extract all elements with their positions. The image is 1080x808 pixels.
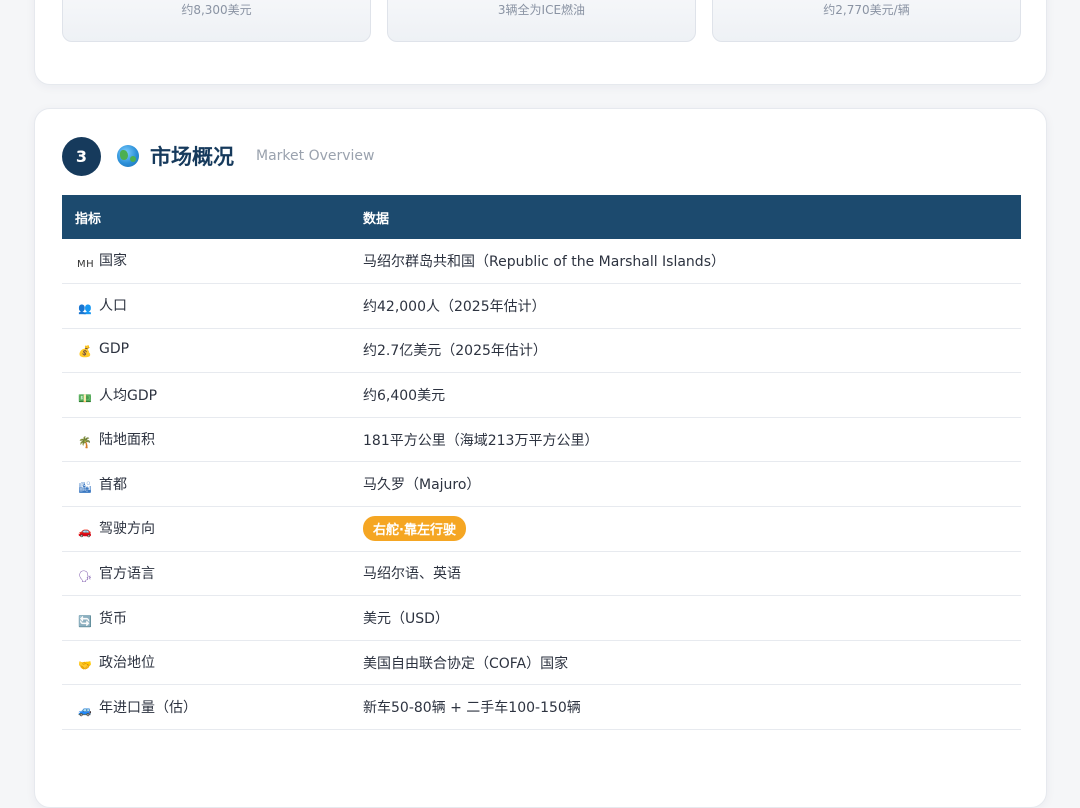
data-value: 181平方公里（海域213万平方公里） <box>363 432 599 449</box>
data-value: 美国自由联合协定（COFA）国家 <box>363 655 569 672</box>
indicator-cell: 🚗 驾驶方向 <box>62 506 362 552</box>
stat-value: 约2,770美元/辆 <box>823 3 910 17</box>
data-value: 约42,000人（2025年估计） <box>363 298 546 315</box>
data-cell: 马久罗（Majuro） <box>362 461 1021 508</box>
market-overview-card: 3 市场概况 Market Overview 指标 数据 MH 国家 马绍尔群岛共和… <box>34 108 1047 808</box>
market-table: 指标 数据 MH 国家 马绍尔群岛共和国（Republic of the Marsh… <box>62 195 1021 731</box>
section-subtitle: Market Overview <box>256 148 375 164</box>
data-cell: 美国自由联合协定（COFA）国家 <box>362 640 1021 686</box>
indicator-cell: 🚙 年进口量（估） <box>62 684 362 731</box>
data-cell: 右舵·靠左行驶 <box>362 506 1021 552</box>
data-cell: 约6,400美元 <box>362 372 1021 418</box>
table-row: MH 国家 马绍尔群岛共和国（Republic of the Marshall Is… <box>62 239 1021 285</box>
marshall-flag-icon: MH <box>77 259 95 271</box>
indicator-label: 人均GDP <box>99 387 158 404</box>
car-icon: 🚗 <box>78 525 92 539</box>
indicator-label: GDP <box>99 341 130 358</box>
stat-value: 约8,300美元 <box>181 3 252 17</box>
column-header-data: 数据 <box>363 211 390 227</box>
indicator-label: 政治地位 <box>99 655 155 672</box>
indicator-label: 货币 <box>99 610 127 627</box>
data-cell: 181平方公里（海域213万平方公里） <box>362 417 1021 463</box>
indicator-cell: 💵 人均GDP <box>62 372 362 418</box>
table-row: 👥 人口 约42,000人（2025年估计） <box>62 283 1021 329</box>
banknote-icon: 💵 <box>78 391 92 405</box>
indicator-label: 官方语言 <box>99 565 155 582</box>
speaking-head-icon: 🗣 <box>78 569 92 583</box>
data-value: 约6,400美元 <box>363 388 446 405</box>
data-value: 新车50-80辆 + 二手车100-150辆 <box>363 700 581 717</box>
data-cell: 约2.7亿美元（2025年估计） <box>362 328 1021 374</box>
data-cell: 马绍尔群岛共和国（Republic of the Marshall Island… <box>362 239 1021 285</box>
indicator-label: 国家 <box>99 253 127 270</box>
column-header-indicator: 指标 <box>75 211 102 227</box>
indicator-cell: 👥 人口 <box>62 283 362 329</box>
people-icon: 👥 <box>78 302 92 316</box>
section-number-badge: 3 <box>62 136 101 176</box>
table-row: 🔄 货币 美元（USD） <box>62 595 1021 641</box>
table-row: 🌴 陆地面积 181平方公里（海域213万平方公里） <box>62 417 1021 463</box>
indicator-label: 人口 <box>99 298 127 315</box>
data-cell: 约42,000人（2025年估计） <box>362 283 1021 329</box>
data-value: 马绍尔群岛共和国（Republic of the Marshall Island… <box>363 254 725 271</box>
indicator-cell: 💰 GDP <box>62 328 362 374</box>
indicator-label: 首都 <box>99 476 127 493</box>
section-title: 市场概况 <box>150 145 234 169</box>
stat-value: 3辆全为ICE燃油 <box>497 3 586 17</box>
table-header-row: 指标 数据 <box>62 195 1021 239</box>
data-value: 马久罗（Majuro） <box>363 477 481 494</box>
indicator-label: 驾驶方向 <box>99 521 155 538</box>
palm-island-icon: 🌴 <box>78 436 92 450</box>
indicator-label: 陆地面积 <box>99 432 155 449</box>
table-row: 🚗 驾驶方向 右舵·靠左行驶 <box>62 506 1021 552</box>
section-header: 3 市场概况 Market Overview <box>62 136 375 176</box>
indicator-cell: 🤝 政治地位 <box>62 640 362 686</box>
stat-box-2: 3辆全为ICE燃油 <box>387 0 696 42</box>
stat-box-1: 约8,300美元 <box>62 0 371 42</box>
stat-box-3: 约2,770美元/辆 <box>712 0 1021 42</box>
data-cell: 美元（USD） <box>362 595 1021 641</box>
table-row: 🗣 官方语言 马绍尔语、英语 <box>62 551 1021 597</box>
previous-section-card: 约8,300美元 3辆全为ICE燃油 约2,770美元/辆 <box>34 0 1047 85</box>
table-row: 💵 人均GDP 约6,400美元 <box>62 372 1021 418</box>
indicator-cell: MH 国家 <box>62 239 362 285</box>
data-value: 约2.7亿美元（2025年估计） <box>363 343 547 360</box>
handshake-icon: 🤝 <box>78 659 92 673</box>
indicator-cell: 🏙 首都 <box>62 461 362 508</box>
driving-side-badge: 右舵·靠左行驶 <box>363 516 466 542</box>
data-cell: 马绍尔语、英语 <box>362 551 1021 597</box>
exchange-icon: 🔄 <box>78 614 92 628</box>
data-value: 美元（USD） <box>363 611 449 628</box>
indicator-cell: 🌴 陆地面积 <box>62 417 362 463</box>
table-row: 💰 GDP 约2.7亿美元（2025年估计） <box>62 328 1021 374</box>
blue-car-icon: 🚙 <box>78 703 92 717</box>
table-row: 🏙 首都 马久罗（Majuro） <box>62 461 1021 508</box>
table-row: 🚙 年进口量（估） 新车50-80辆 + 二手车100-150辆 <box>62 684 1021 731</box>
table-row: 🤝 政治地位 美国自由联合协定（COFA）国家 <box>62 640 1021 686</box>
city-icon: 🏙 <box>78 480 92 494</box>
indicator-cell: 🔄 货币 <box>62 595 362 641</box>
globe-icon <box>117 145 139 167</box>
indicator-cell: 🗣 官方语言 <box>62 551 362 597</box>
indicator-label: 年进口量（估） <box>99 699 197 716</box>
money-bag-icon: 💰 <box>78 345 92 359</box>
data-value: 马绍尔语、英语 <box>363 566 461 583</box>
data-cell: 新车50-80辆 + 二手车100-150辆 <box>362 684 1021 731</box>
